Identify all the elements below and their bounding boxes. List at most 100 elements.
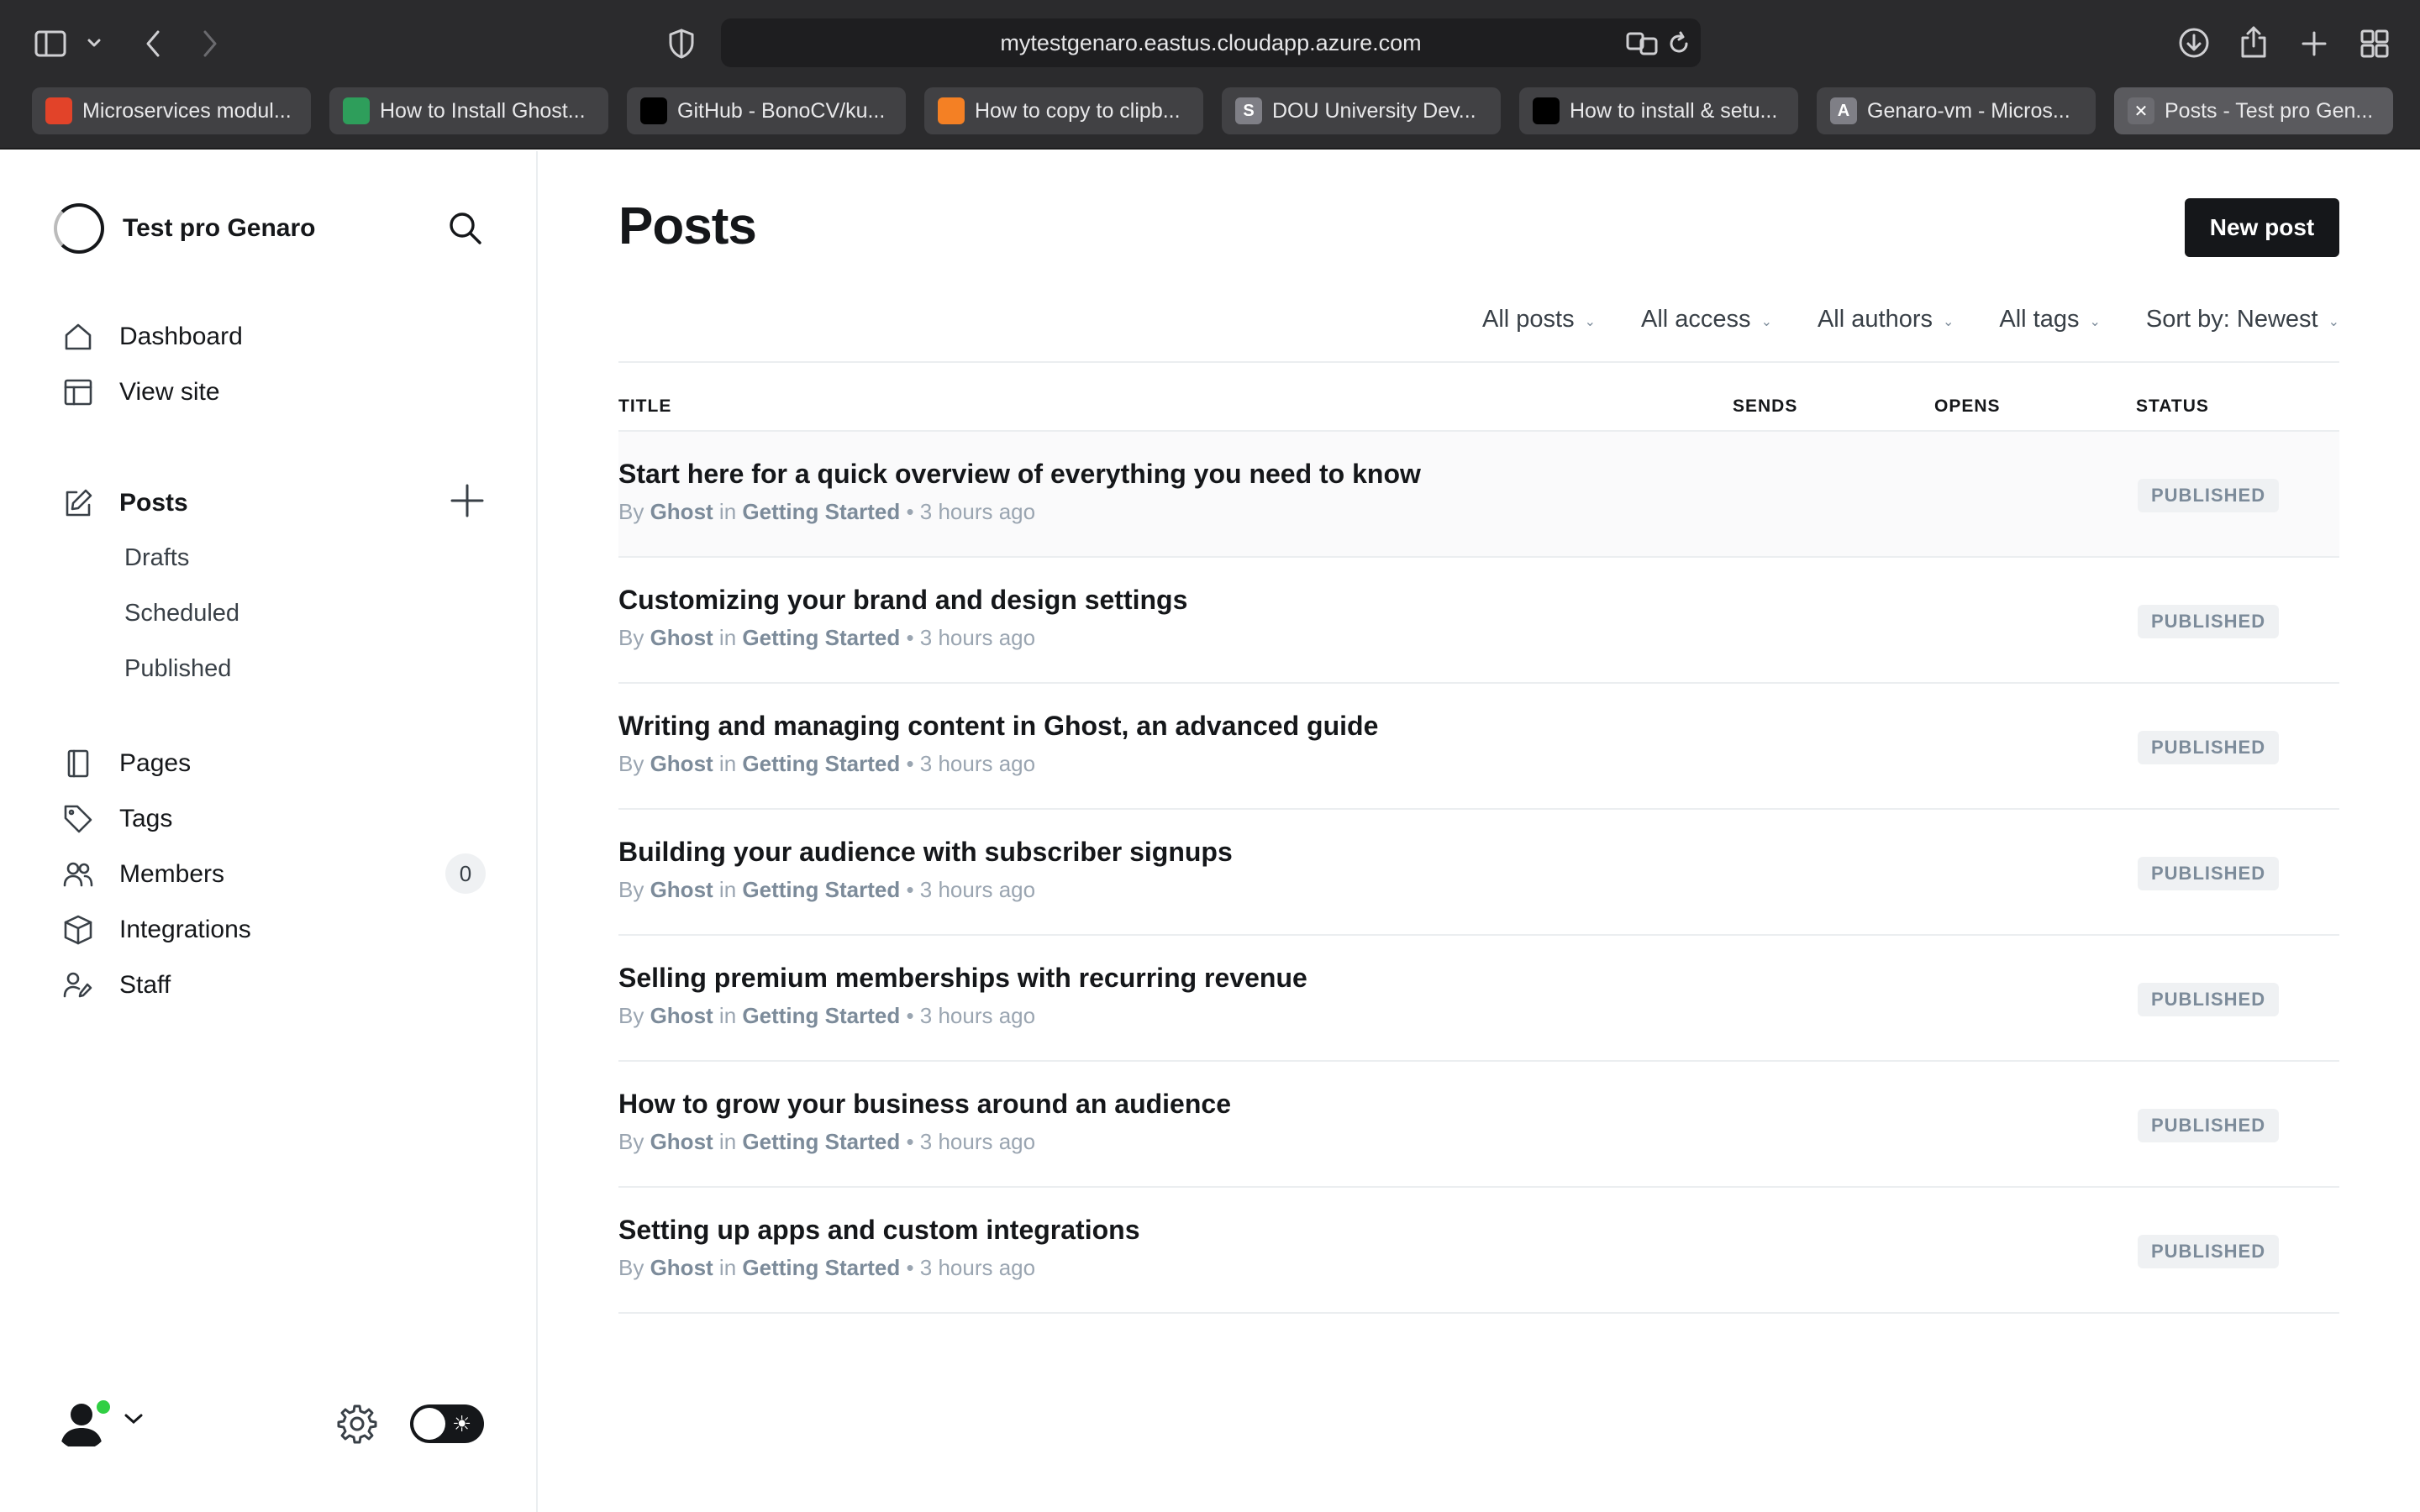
post-author[interactable]: Ghost — [650, 625, 713, 650]
post-author[interactable]: Ghost — [650, 1003, 713, 1028]
filter-authors[interactable]: All authors ⌄ — [1818, 306, 1954, 333]
post-tag[interactable]: Getting Started — [742, 751, 900, 776]
filter-access[interactable]: All access ⌄ — [1641, 306, 1772, 333]
edit-icon — [66, 489, 92, 517]
chevron-down-icon: ⌄ — [1760, 314, 1772, 329]
sort-order[interactable]: Sort by: Newest ⌄ — [2146, 306, 2339, 333]
post-tag[interactable]: Getting Started — [742, 1129, 900, 1154]
filter-label: All authors — [1817, 306, 1933, 333]
sidebar-item-staff[interactable]: Staff — [62, 964, 171, 1006]
reload-icon[interactable] — [1664, 27, 1694, 60]
browser-tab[interactable]: How to Install Ghost... — [329, 87, 608, 134]
sidebar-item-posts[interactable]: Posts — [62, 482, 188, 524]
post-row[interactable]: Customizing your brand and design settin… — [618, 556, 2339, 682]
main-content: Posts New post All posts ⌄ All access ⌄ Al… — [538, 151, 2420, 1512]
home-icon — [65, 323, 92, 350]
shield-icon[interactable] — [664, 25, 699, 62]
post-title[interactable]: How to grow your business around an audi… — [618, 1089, 1231, 1120]
browser-tab[interactable]: Microservices modul... — [32, 87, 311, 134]
status-badge: PUBLISHED — [2138, 731, 2280, 764]
status-badge: PUBLISHED — [2138, 983, 2280, 1016]
chevron-down-icon: ⌄ — [2328, 314, 2339, 329]
layout-icon — [64, 379, 92, 406]
sidebar-item-dashboard[interactable]: Dashboard — [62, 316, 243, 358]
translate-icon[interactable] — [1623, 27, 1660, 60]
share-icon[interactable] — [2235, 22, 2272, 62]
post-title[interactable]: Setting up apps and custom integrations — [618, 1215, 1139, 1246]
back-icon[interactable] — [136, 25, 170, 62]
post-title[interactable]: Start here for a quick overview of every… — [618, 459, 1421, 490]
browser-tab-label: How to Install Ghost... — [380, 98, 586, 123]
sidebar-subitem-published[interactable]: Published — [124, 650, 231, 687]
new-tab-icon[interactable] — [2296, 25, 2333, 62]
post-tag[interactable]: Getting Started — [742, 1003, 900, 1028]
browser-tab[interactable]: ✕ Posts - Test pro Gen... — [2114, 87, 2393, 134]
post-row[interactable]: Setting up apps and custom integrations B… — [618, 1186, 2339, 1312]
status-badge: PUBLISHED — [2138, 1109, 2280, 1142]
sidebar-item-label: Integrations — [119, 916, 251, 943]
forward-icon[interactable] — [193, 25, 227, 62]
post-tag[interactable]: Getting Started — [742, 1255, 900, 1280]
divider — [618, 1312, 2339, 1314]
post-tag[interactable]: Getting Started — [742, 499, 900, 524]
site-brand[interactable]: Test pro Genaro — [54, 203, 315, 254]
meta-in: in — [718, 751, 737, 776]
post-tag[interactable]: Getting Started — [742, 877, 900, 902]
browser-tab[interactable]: GitHub - BonoCV/ku... — [627, 87, 906, 134]
post-title[interactable]: Writing and managing content in Ghost, a… — [618, 711, 1378, 742]
browser-tab[interactable]: S DOU University Dev... — [1222, 87, 1501, 134]
sidebar-item-tags[interactable]: Tags — [62, 798, 172, 840]
search-icon[interactable] — [445, 208, 486, 253]
post-row[interactable]: Start here for a quick overview of every… — [618, 430, 2339, 556]
sidebar-item-view-site[interactable]: View site — [62, 371, 220, 413]
chevron-down-icon[interactable] — [84, 30, 104, 55]
post-author[interactable]: Ghost — [650, 877, 713, 902]
post-tag[interactable]: Getting Started — [742, 625, 900, 650]
post-author[interactable]: Ghost — [650, 1255, 713, 1280]
post-author[interactable]: Ghost — [650, 1129, 713, 1154]
add-post-icon[interactable] — [449, 482, 486, 523]
gear-icon[interactable] — [336, 1403, 378, 1449]
download-icon[interactable] — [2175, 24, 2213, 62]
browser-tab-label: How to install & setu... — [1570, 98, 1778, 123]
column-header-status: STATUS — [2136, 396, 2209, 416]
sidebar-item-label: Tags — [119, 805, 173, 832]
filter-type[interactable]: All posts ⌄ — [1482, 306, 1596, 333]
sidebar-toggle-icon[interactable] — [32, 25, 69, 62]
members-count-badge: 0 — [445, 853, 486, 894]
sidebar-item-pages[interactable]: Pages — [62, 743, 191, 785]
filter-tags[interactable]: All tags ⌄ — [1999, 306, 2101, 333]
chevron-down-icon[interactable] — [123, 1411, 145, 1431]
gitlab-icon — [45, 97, 72, 124]
browser-tab[interactable]: A Genaro-vm - Micros... — [1817, 87, 2096, 134]
sidebar-item-integrations[interactable]: Integrations — [62, 909, 251, 951]
post-meta: By Ghost in Getting Started • 3 hours ag… — [618, 625, 1035, 651]
browser-tab[interactable]: How to copy to clipb... — [924, 87, 1203, 134]
post-row[interactable]: Selling premium memberships with recurri… — [618, 934, 2339, 1060]
browser-tab[interactable]: How to install & setu... — [1519, 87, 1798, 134]
sidebar-subitem-scheduled[interactable]: Scheduled — [124, 595, 239, 632]
post-author[interactable]: Ghost — [650, 751, 713, 776]
post-row[interactable]: How to grow your business around an audi… — [618, 1060, 2339, 1186]
post-row[interactable]: Writing and managing content in Ghost, a… — [618, 682, 2339, 808]
meta-in: in — [718, 499, 737, 524]
post-title[interactable]: Building your audience with subscriber s… — [618, 837, 1233, 868]
post-title[interactable]: Selling premium memberships with recurri… — [618, 963, 1307, 994]
meta-separator: • — [906, 877, 914, 902]
post-meta: By Ghost in Getting Started • 3 hours ag… — [618, 751, 1035, 777]
status-badge: PUBLISHED — [2138, 605, 2280, 638]
new-post-button[interactable]: New post — [2185, 198, 2339, 257]
post-author[interactable]: Ghost — [650, 499, 713, 524]
sidebar-subitem-drafts[interactable]: Drafts — [124, 539, 189, 576]
tab-overview-icon[interactable] — [2356, 25, 2393, 62]
post-title[interactable]: Customizing your brand and design settin… — [618, 585, 1187, 616]
filter-label: All access — [1641, 306, 1751, 333]
meta-in: in — [718, 877, 737, 902]
browser-tab-label: GitHub - BonoCV/ku... — [677, 98, 886, 123]
box-icon — [64, 915, 92, 945]
column-header-sends: SENDS — [1733, 396, 1798, 416]
sidebar-item-members[interactable]: Members — [62, 853, 224, 895]
address-bar[interactable]: mytestgenaro.eastus.cloudapp.azure.com — [721, 18, 1701, 67]
theme-toggle[interactable]: ☀ — [410, 1404, 484, 1443]
post-row[interactable]: Building your audience with subscriber s… — [618, 808, 2339, 934]
